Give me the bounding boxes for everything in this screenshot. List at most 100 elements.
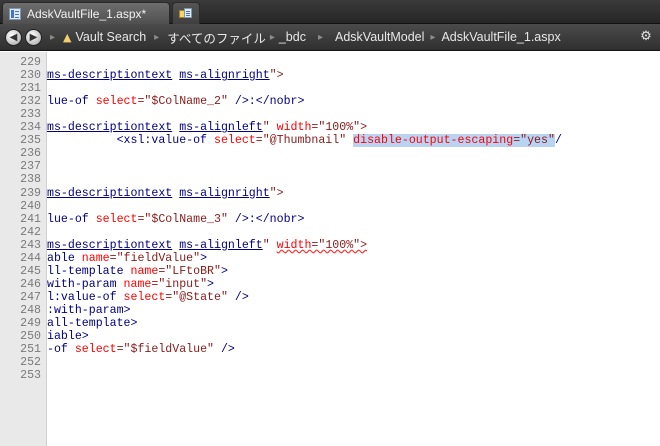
code-line[interactable]: 249 all-template> [0, 317, 660, 330]
code-line[interactable]: 247 l:value-of select="@State" /> [0, 291, 660, 304]
aspx-file-icon [9, 7, 21, 20]
line-number: 238 [20, 173, 41, 187]
code-text: ms-descriptiontext ms-alignleft" width="… [47, 239, 367, 252]
home-icon: ▲ [63, 30, 72, 44]
line-number: 242 [20, 225, 41, 239]
code-line[interactable]: 250 iable> [0, 330, 660, 343]
code-line[interactable]: 243 ms-descriptiontext ms-alignleft" widt… [0, 239, 660, 252]
code-token: ll-template [47, 264, 131, 278]
code-token: name [123, 277, 152, 291]
code-token: "> [269, 186, 284, 200]
line-number: 234 [20, 121, 41, 135]
code-token: ms-alignleft [179, 238, 263, 252]
code-line[interactable]: 231 [0, 82, 660, 95]
code-text: ms-descriptiontext ms-alignright"> [47, 69, 284, 82]
tab-vault-explorer[interactable] [172, 2, 200, 24]
code-token: lue-of [47, 95, 96, 109]
code-token: ="100%"> [311, 238, 368, 252]
code-line[interactable]: 245 ll-template name="LFtoBR"> [0, 265, 660, 278]
tab-adskvaultfile[interactable]: AdskVaultFile_1.aspx* [2, 2, 170, 24]
code-text: <xsl:value-of select="@Thumbnail" disabl… [47, 134, 562, 148]
code-token: > [200, 251, 208, 265]
code-token: <xsl:value-of [47, 134, 214, 148]
line-number: 245 [20, 264, 41, 278]
code-text: ll-template name="LFtoBR"> [47, 265, 228, 278]
code-token: name [130, 264, 159, 278]
code-line[interactable]: 234 ms-descriptiontext ms-alignleft" widt… [0, 121, 660, 134]
line-number: 251 [20, 343, 41, 357]
code-line[interactable]: 236 [0, 147, 660, 160]
code-text: :with-param> [47, 304, 131, 317]
code-text: lue-of select="$ColName_2" />:</nobr> [47, 95, 304, 108]
code-token: /> [214, 343, 235, 357]
code-token: ms-alignright [179, 186, 270, 200]
breadcrumb-item-current-file[interactable]: AdskVaultFile_1.aspx [441, 30, 560, 44]
line-number: 247 [20, 290, 41, 304]
breadcrumb-item-all-files[interactable]: すべてのファイル [167, 28, 266, 47]
line-number: 243 [20, 238, 41, 252]
code-line[interactable]: 244 able name="fieldValue"> [0, 252, 660, 265]
line-number: 237 [20, 160, 41, 174]
code-line[interactable]: 248 :with-param> [0, 304, 660, 317]
code-token: -of [47, 343, 75, 357]
code-token: " [262, 121, 277, 135]
code-token: select [123, 290, 166, 304]
code-token: ms-alignleft [179, 121, 263, 135]
code-token: />:</nobr> [227, 95, 305, 109]
code-token: with-param [47, 277, 124, 291]
code-token: ms-descriptiontext [47, 69, 173, 83]
code-line[interactable]: 242 [0, 226, 660, 239]
code-text: l:value-of select="@State" /> [47, 291, 249, 304]
code-text: iable> [47, 330, 89, 343]
code-line[interactable]: 235 <xsl:value-of select="@Thumbnail" di… [0, 134, 660, 148]
code-line[interactable]: 240 [0, 200, 660, 213]
code-line[interactable]: 238 [0, 173, 660, 186]
code-token: able [47, 251, 82, 265]
code-token: ="LFtoBR" [158, 264, 221, 278]
code-token: l:value-of [47, 290, 124, 304]
line-number: 240 [20, 199, 41, 213]
line-number: 248 [20, 303, 41, 317]
breadcrumb-item-vault-search[interactable]: Vault Search [76, 30, 147, 44]
code-text: lue-of select="$ColName_3" />:</nobr> [47, 213, 304, 226]
forward-arrow-icon[interactable]: ▶ [25, 28, 42, 46]
code-line[interactable]: 241 lue-of select="$ColName_3" />:</nobr> [0, 213, 660, 226]
code-text: able name="fieldValue"> [47, 252, 207, 265]
code-token: all-template> [47, 317, 138, 330]
line-number: 236 [20, 147, 41, 161]
code-line[interactable]: 246 with-param name="input"> [0, 278, 660, 291]
breadcrumb-separator-icon: ▸ [154, 31, 160, 43]
code-token: name [81, 251, 110, 265]
code-line[interactable]: 251 -of select="$fieldValue" /> [0, 343, 660, 356]
code-token: ="$ColName_3" [137, 212, 228, 226]
code-line[interactable]: 232 lue-of select="$ColName_2" />:</nobr> [0, 95, 660, 108]
breadcrumb-item-bdc[interactable]: _bdc [279, 30, 306, 44]
code-line[interactable]: 239 ms-descriptiontext ms-alignright"> [0, 187, 660, 200]
code-line[interactable]: 253 [0, 369, 660, 382]
breadcrumb-item-adskvaultmodel[interactable]: AdskVaultModel [335, 30, 424, 44]
code-text: ms-descriptiontext ms-alignright"> [47, 187, 284, 200]
code-line[interactable]: 233 [0, 108, 660, 121]
code-token: > [207, 277, 215, 291]
line-number: 230 [20, 69, 41, 83]
line-number: 250 [20, 330, 41, 344]
breadcrumb-separator-icon: ▸ [317, 31, 323, 43]
code-token: ms-descriptiontext [47, 121, 173, 135]
code-line[interactable]: 229 [0, 56, 660, 69]
code-token: ="input" [151, 277, 208, 291]
code-token: ="yes" [513, 134, 555, 148]
settings-icon[interactable]: ⚙ [638, 29, 654, 45]
code-line[interactable]: 237 [0, 160, 660, 173]
line-number: 249 [20, 317, 41, 330]
code-token: ="$fieldValue" [116, 343, 214, 357]
code-token: ="@Thumbnail" [255, 134, 347, 148]
line-number: 252 [20, 356, 41, 370]
code-text: all-template> [47, 317, 137, 330]
line-number: 229 [20, 56, 41, 69]
code-editor[interactable]: 229 230 ms-descriptiontext ms-alignright">… [0, 52, 660, 446]
code-token: ms-alignright [179, 69, 270, 83]
code-line[interactable]: 230 ms-descriptiontext ms-alignright"> [0, 69, 660, 82]
back-arrow-icon[interactable]: ◀ [5, 28, 22, 46]
tab-label: AdskVaultFile_1.aspx* [27, 6, 147, 21]
code-line[interactable]: 252 [0, 356, 660, 369]
